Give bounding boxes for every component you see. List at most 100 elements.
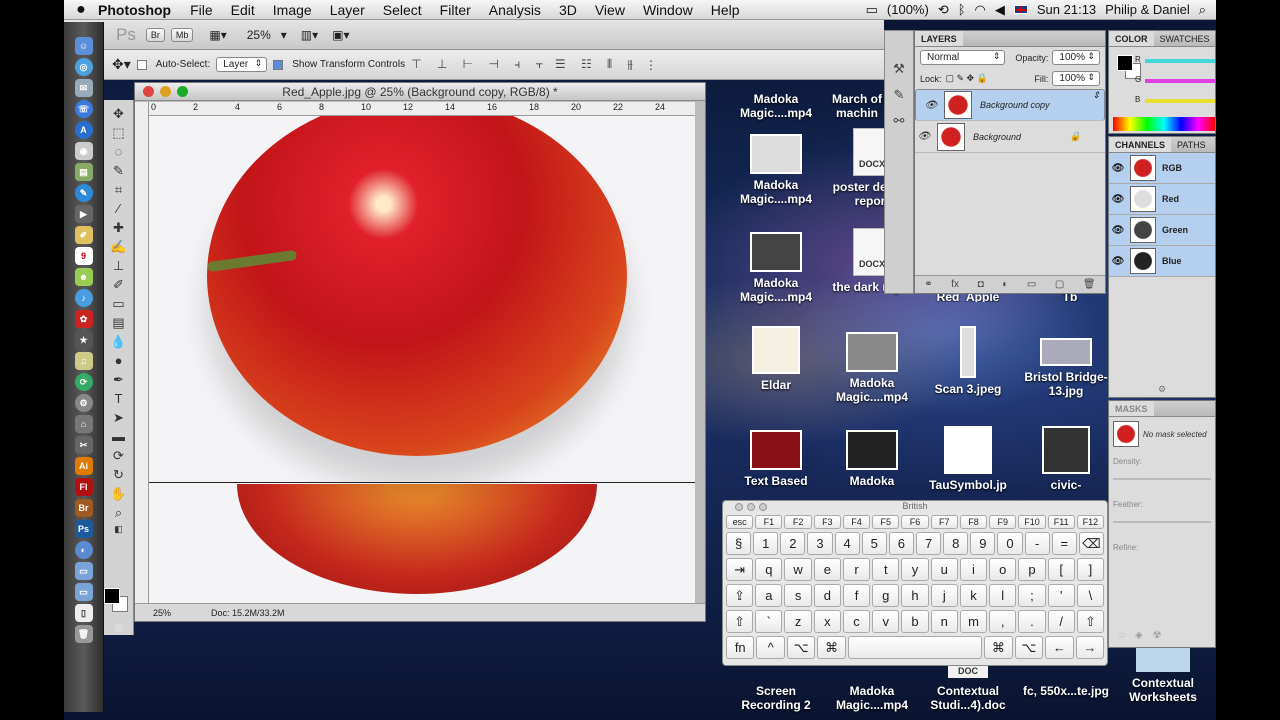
desktop-icon[interactable]: Scan 3.jpeg xyxy=(922,326,1014,396)
key[interactable]: o xyxy=(989,558,1017,581)
blur-tool-icon[interactable]: 💧 xyxy=(110,334,128,353)
key[interactable]: . xyxy=(1018,610,1046,633)
time-machine-icon[interactable]: ⟲ xyxy=(938,2,949,18)
clone-source-icon[interactable]: ⚯ xyxy=(894,113,905,129)
documents-folder-icon[interactable]: ▭ xyxy=(74,583,93,601)
foreground-color-swatch[interactable] xyxy=(104,588,120,604)
visibility-eye-icon[interactable]: 👁 xyxy=(1109,194,1127,205)
menu-help[interactable]: Help xyxy=(702,2,749,18)
key[interactable]: ] xyxy=(1076,558,1105,581)
desktop-icon[interactable]: Madoka Magic....mp4 xyxy=(826,332,918,404)
key[interactable]: = xyxy=(1051,532,1077,555)
brushes-icon[interactable]: ✎ xyxy=(894,87,905,103)
calendar-icon[interactable]: 9 xyxy=(74,247,93,265)
user-name[interactable]: Philip & Daniel xyxy=(1105,2,1190,17)
utility-icon[interactable]: ✂ xyxy=(74,436,93,454)
network-icon[interactable]: ◐ xyxy=(74,541,93,559)
new-group-icon[interactable]: ▭ xyxy=(1027,279,1036,290)
distribute-buttons-icon[interactable]: ☰ ☷ ⫴ ⫵ xyxy=(555,57,639,72)
dodge-tool-icon[interactable]: ● xyxy=(110,353,128,372)
key[interactable]: s xyxy=(784,584,812,607)
shape-tool-icon[interactable]: ▬ xyxy=(110,429,128,448)
adjustment-layer-icon[interactable]: ◐ xyxy=(1002,279,1008,290)
bridge-button[interactable]: Br xyxy=(145,27,165,42)
screen-mode-icon[interactable]: ▣▾ xyxy=(332,28,349,42)
pen-tool-icon[interactable]: ✒ xyxy=(110,372,128,391)
desktop-icon[interactable]: Text Based xyxy=(730,430,822,488)
history-brush-tool-icon[interactable]: ✐ xyxy=(110,277,128,296)
feather-slider[interactable] xyxy=(1113,521,1211,523)
key[interactable]: g xyxy=(872,584,900,607)
illustrator-icon[interactable]: Ai xyxy=(74,457,93,475)
appstore-icon[interactable]: A xyxy=(74,121,93,139)
key[interactable]: § xyxy=(726,532,752,555)
key[interactable]: w xyxy=(784,558,812,581)
key[interactable]: v xyxy=(872,610,900,633)
key[interactable]: t xyxy=(872,558,900,581)
desktop-icon[interactable]: Bristol Bridge-13.jpg xyxy=(1020,338,1112,398)
image-canvas[interactable] xyxy=(149,116,695,603)
app-menu[interactable]: Photoshop xyxy=(98,2,181,18)
key[interactable]: j xyxy=(930,584,958,607)
layer-row[interactable]: 👁 Background 🔒 xyxy=(915,121,1105,153)
visibility-eye-icon[interactable]: 👁 xyxy=(915,131,933,142)
desktop-icon[interactable]: Contextual Worksheets xyxy=(1116,648,1210,704)
key[interactable]: d xyxy=(813,584,841,607)
hand-tool-icon[interactable]: ✋ xyxy=(110,486,128,505)
quick-mask-icon[interactable]: ◙ xyxy=(110,620,128,639)
tab-paths[interactable]: PATHS xyxy=(1171,137,1212,152)
command-key[interactable]: ⌘ xyxy=(817,636,846,659)
bridge-dock-icon[interactable]: Br xyxy=(74,499,93,517)
time-machine-dock-icon[interactable]: ⟳ xyxy=(74,373,93,391)
tool-presets-icon[interactable]: ⚒ xyxy=(893,61,905,77)
desktop-icon[interactable]: Madoka Magic....mp4 xyxy=(826,684,918,712)
tab-swatches[interactable]: SWATCHES xyxy=(1154,31,1216,46)
key[interactable]: 0 xyxy=(997,532,1023,555)
desktop-icon[interactable]: Madoka Magic....mp4 xyxy=(730,232,822,304)
preview-icon[interactable]: ◉ xyxy=(74,142,93,160)
key[interactable]: F9 xyxy=(989,515,1017,529)
menubar-clock[interactable]: Sun 21:13 xyxy=(1037,2,1096,17)
key[interactable]: h xyxy=(901,584,929,607)
path-select-tool-icon[interactable]: ➤ xyxy=(110,410,128,429)
fn-key[interactable]: fn xyxy=(726,636,755,659)
keyboard-zoom-button[interactable] xyxy=(759,503,767,511)
key[interactable]: F4 xyxy=(842,515,871,529)
volume-icon[interactable]: ◀ xyxy=(995,2,1005,18)
tab-color[interactable]: COLOR xyxy=(1109,31,1154,46)
key[interactable]: F11 xyxy=(1047,515,1075,529)
caps-lock-key[interactable]: ⇪ xyxy=(726,584,754,607)
shift-key[interactable]: ⇧ xyxy=(726,610,754,633)
notes-icon[interactable]: ✐ xyxy=(74,226,93,244)
key[interactable]: 9 xyxy=(970,532,996,555)
layer-row[interactable]: 👁 Background copy xyxy=(915,89,1105,121)
auto-align-icon[interactable]: ⋮ xyxy=(645,58,663,72)
menu-view[interactable]: View xyxy=(586,2,634,18)
visibility-eye-icon[interactable]: 👁 xyxy=(922,100,940,111)
key[interactable]: F8 xyxy=(959,515,988,529)
desktop-icon[interactable]: civic- xyxy=(1020,426,1112,492)
show-transform-checkbox[interactable] xyxy=(273,59,284,70)
option-key[interactable]: ⌥ xyxy=(1014,636,1044,659)
brush-tool-icon[interactable]: ✍ xyxy=(110,239,128,258)
chat-icon[interactable]: ✎ xyxy=(74,184,93,202)
tab-channels[interactable]: CHANNELS xyxy=(1109,137,1172,152)
lock-icons[interactable]: ▢ ✎ ✥ 🔒 xyxy=(946,73,988,84)
key[interactable]: p xyxy=(1018,558,1046,581)
blend-mode-dropdown[interactable]: Normal xyxy=(920,50,1006,65)
menu-edit[interactable]: Edit xyxy=(222,2,264,18)
key[interactable]: F1 xyxy=(755,515,783,529)
key[interactable]: / xyxy=(1047,610,1075,633)
horizontal-ruler[interactable]: 0 2 4 6 8 10 12 14 16 18 20 22 24 xyxy=(149,102,695,116)
layer-name[interactable]: Background copy xyxy=(980,100,1050,110)
applications-folder-icon[interactable]: ▭ xyxy=(74,562,93,580)
opacity-field[interactable]: 100% xyxy=(1052,50,1100,65)
zoom-tool-icon[interactable]: ⌕ xyxy=(110,505,128,524)
lasso-tool-icon[interactable]: ◌ xyxy=(110,144,128,163)
key[interactable]: y xyxy=(901,558,929,581)
desktop-icon[interactable]: fc, 550x...te.jpg xyxy=(1020,684,1112,698)
key[interactable]: i xyxy=(959,558,988,581)
itunes-icon[interactable]: ♪ xyxy=(74,289,93,307)
delete-layer-icon[interactable]: 🗑 xyxy=(1083,279,1096,290)
color-spectrum[interactable] xyxy=(1113,117,1215,131)
